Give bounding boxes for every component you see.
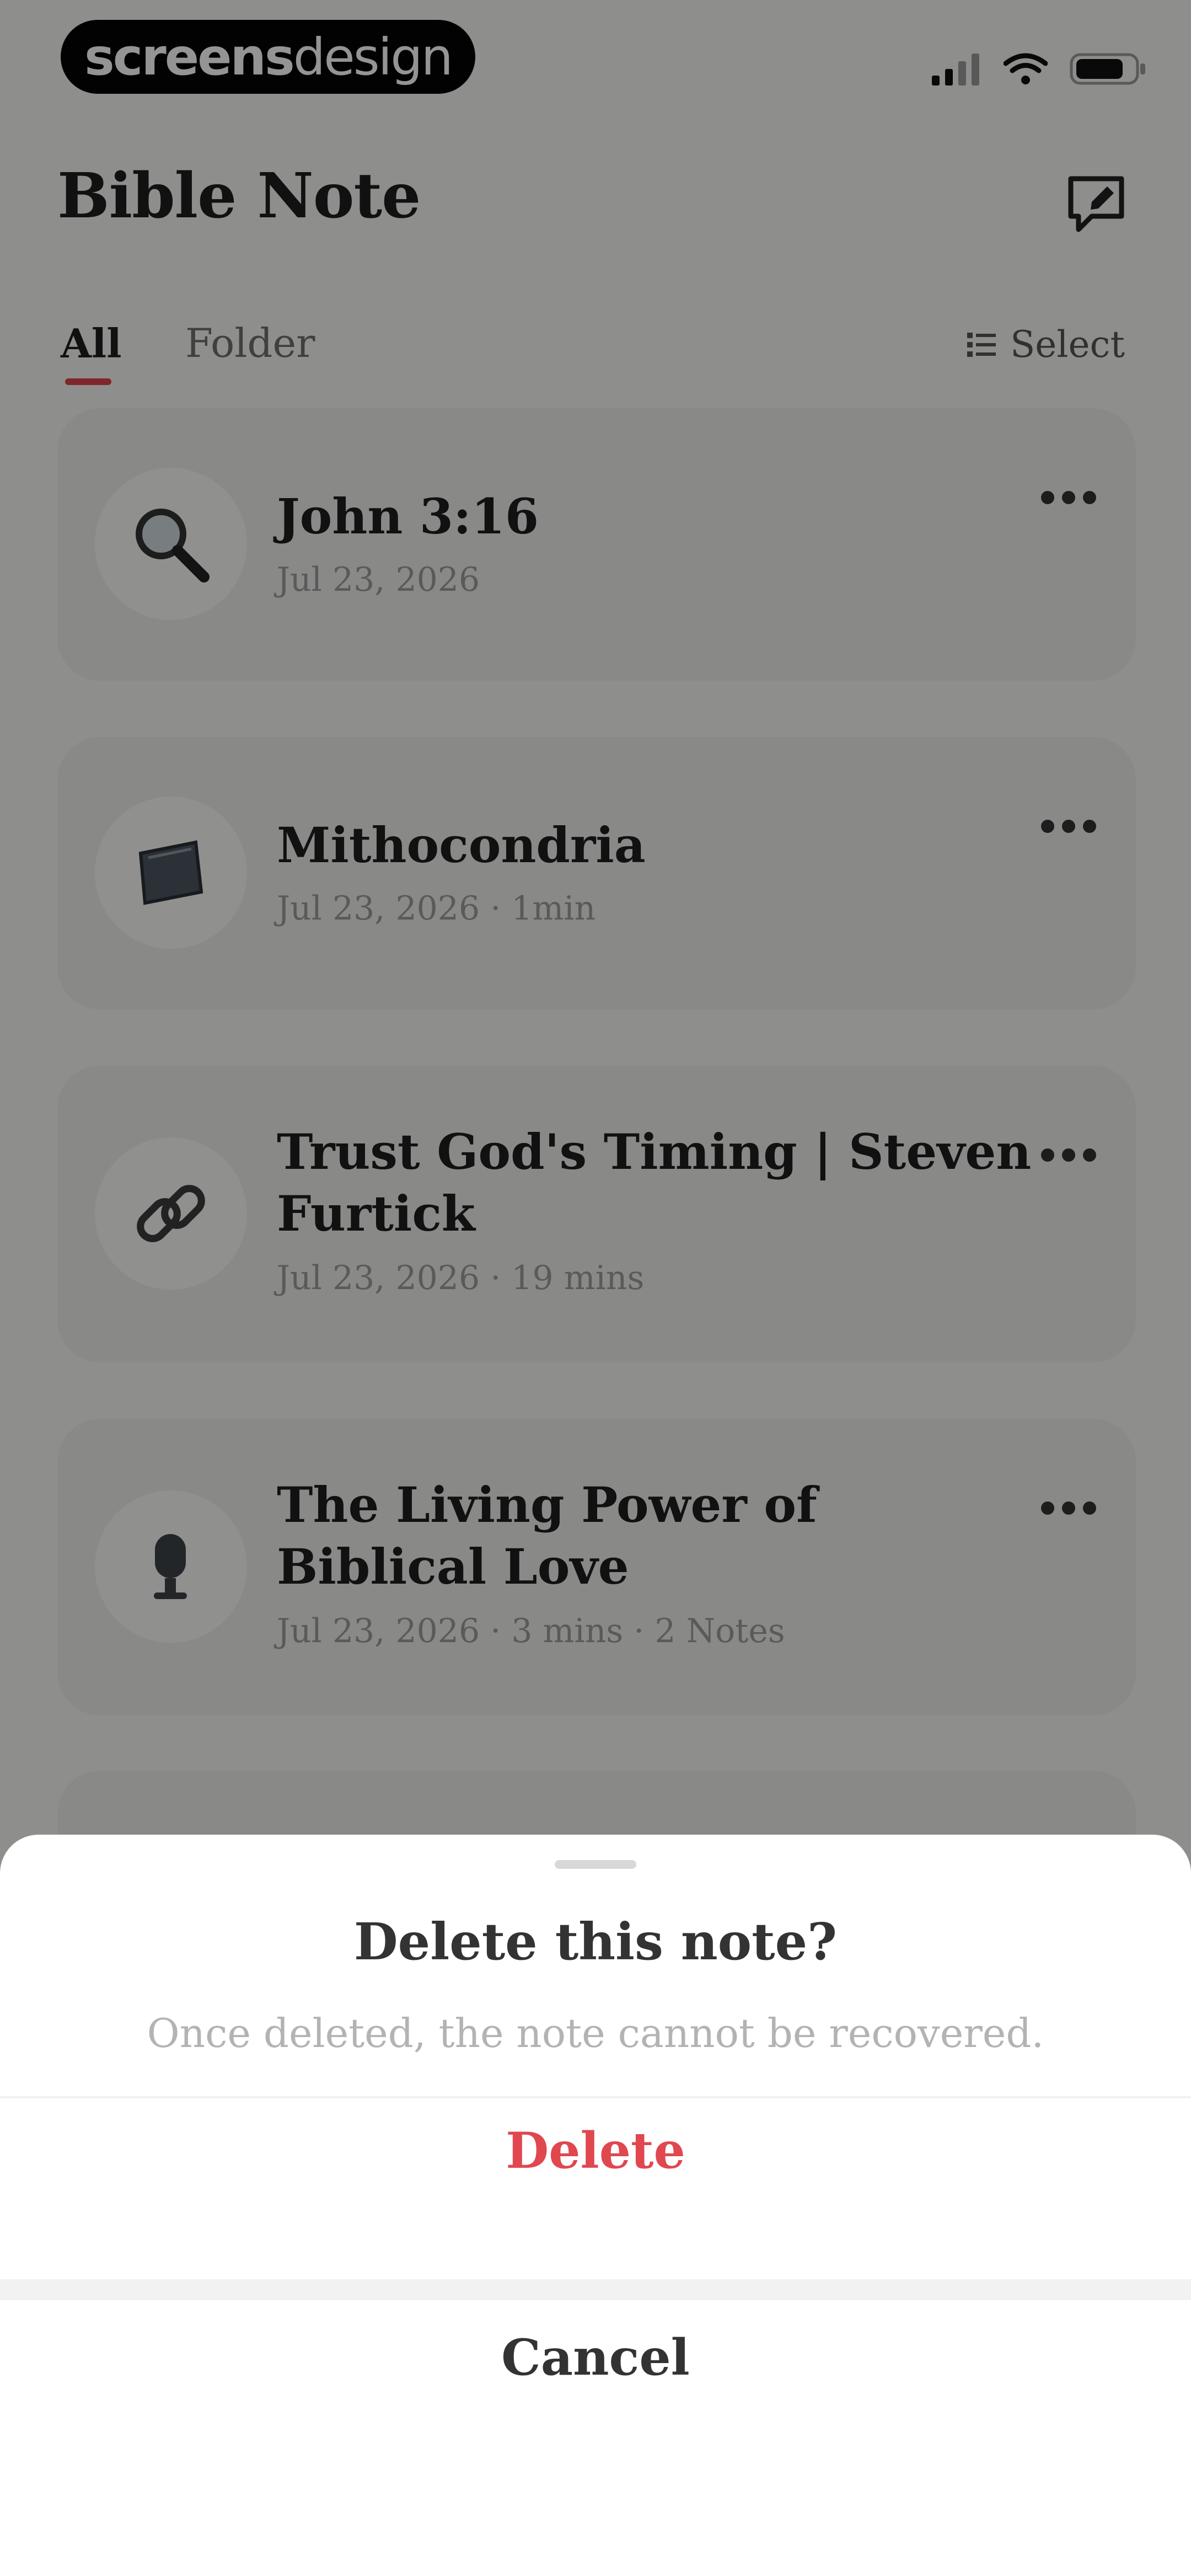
dialog-message: Once deleted, the note cannot be recover… <box>147 2010 1044 2056</box>
dialog-title: Delete this note? <box>353 1912 838 1971</box>
cancel-button[interactable]: Cancel <box>0 2328 1191 2387</box>
divider <box>0 2096 1191 2098</box>
delete-button[interactable]: Delete <box>0 2121 1191 2180</box>
sheet-handle[interactable] <box>555 1860 636 1869</box>
app-screen: screens design Bible Note All Folder Sel… <box>0 0 1191 2576</box>
delete-confirmation-sheet: Delete this note? Once deleted, the note… <box>0 1835 1191 2576</box>
divider <box>0 2279 1191 2300</box>
